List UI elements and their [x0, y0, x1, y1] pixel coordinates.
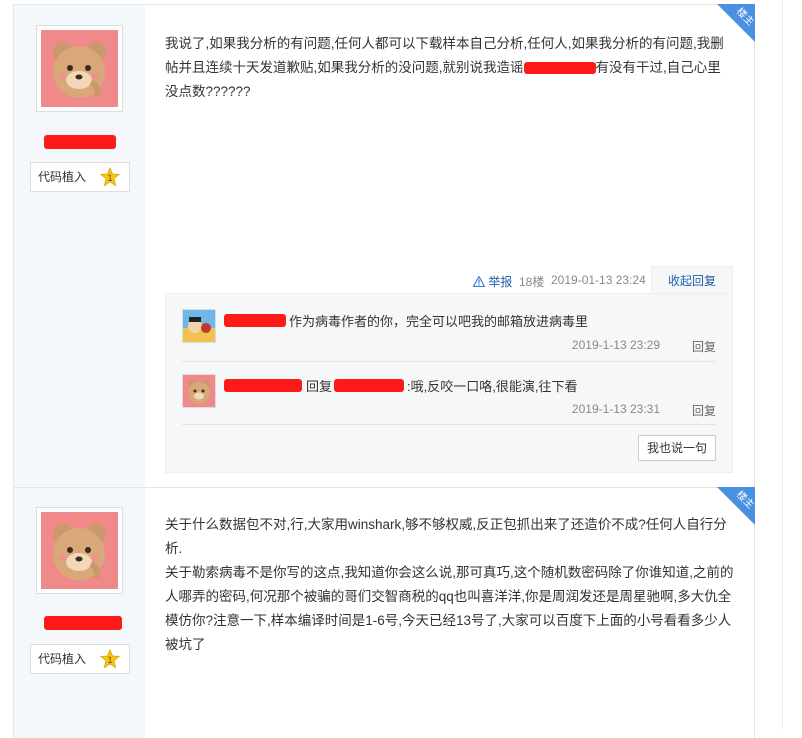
post-datetime: 2019-01-13 23:24 [551, 273, 646, 287]
redacted-username [224, 379, 302, 392]
report-label: 举报 [488, 275, 513, 289]
reply-prefix: 回复 [306, 379, 333, 394]
reply-time: 2019-1-13 23:29 [571, 338, 660, 352]
redacted-name [523, 62, 596, 75]
redacted-username [334, 379, 404, 392]
user-sidebar: 代码植入 1 [14, 488, 145, 738]
reply-item: 回复 :哦,反咬一口咯,很能演,往下看 2019-1-13 23:31 回复 [182, 374, 716, 418]
reply-button[interactable]: 回复 [692, 338, 716, 355]
redacted-username [44, 135, 116, 149]
level-label: 代码植入 [38, 652, 87, 666]
bear-avatar [41, 512, 118, 589]
reply-time: 2019-1-13 23:31 [571, 402, 660, 416]
post-floor-19: 代码植入 1 楼主 关于什么数据包不对,行,大家用winshark,够不够权威,… [13, 487, 755, 738]
avatar[interactable] [36, 25, 123, 112]
post-floor-18: 代码植入 1 楼主 我说了,如果我分析的有问题,任何人都可以下载样本自己分析,任… [13, 4, 755, 487]
divider [182, 424, 716, 425]
user-level[interactable]: 代码植入 1 [30, 644, 130, 674]
level-number: 1 [107, 173, 112, 183]
cartoon-avatar[interactable] [182, 309, 216, 343]
post-paragraph: 关于什么数据包不对,行,大家用winshark,够不够权威,反正包抓出来了还造价… [165, 517, 727, 556]
bear-avatar [41, 30, 118, 107]
divider [182, 361, 716, 362]
star-level-icon: 1 [100, 167, 120, 187]
scrollbar[interactable] [782, 0, 802, 729]
warning-icon [472, 275, 486, 288]
user-sidebar: 代码植入 1 [14, 5, 145, 487]
level-number: 1 [107, 655, 112, 665]
reply-button[interactable]: 回复 [692, 402, 716, 419]
collapse-replies-tab[interactable]: 收起回复 [651, 266, 733, 295]
redacted-username [44, 616, 122, 630]
floor-number: 18楼 [519, 275, 545, 289]
redacted-username [224, 314, 286, 327]
post-paragraph: 关于勒索病毒不是你写的这点,我知道你会这么说,那可真巧,这个随机数密码除了你谁知… [165, 565, 734, 652]
level-label: 代码植入 [38, 170, 87, 184]
user-level[interactable]: 代码植入 1 [30, 162, 130, 192]
reply-list: 作为病毒作者的你，完全可以吧我的邮箱放进病毒里 2019-1-13 23:29 … [165, 293, 733, 473]
post-content: 关于什么数据包不对,行,大家用winshark,够不够权威,反正包抓出来了还造价… [165, 513, 734, 657]
reply-item: 作为病毒作者的你，完全可以吧我的邮箱放进病毒里 2019-1-13 23:29 … [182, 309, 716, 354]
star-level-icon: 1 [100, 649, 120, 669]
avatar[interactable] [36, 507, 123, 594]
post-content: 我说了,如果我分析的有问题,任何人都可以下载样本自己分析,任何人,如果我分析的有… [165, 32, 734, 104]
report-link[interactable]: 举报 [472, 273, 513, 290]
bear-avatar[interactable] [182, 374, 216, 408]
reply-text: :哦,反咬一口咯,很能演,往下看 [407, 379, 578, 394]
say-something-button[interactable]: 我也说一句 [638, 435, 716, 461]
reply-text: 作为病毒作者的你，完全可以吧我的邮箱放进病毒里 [289, 314, 589, 329]
